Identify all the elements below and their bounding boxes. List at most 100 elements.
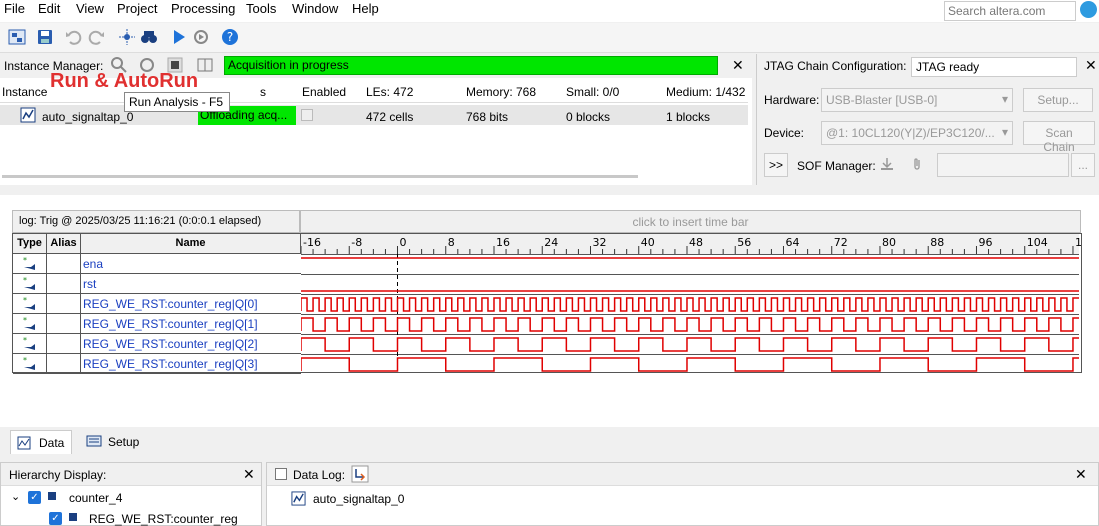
menu-project[interactable]: Project bbox=[117, 1, 157, 16]
menu-help[interactable]: Help bbox=[352, 1, 379, 16]
signal-row[interactable]: * REG_WE_RST:counter_reg|Q[2] bbox=[13, 334, 301, 354]
signal-name: REG_WE_RST:counter_reg|Q[3] bbox=[83, 357, 258, 371]
undo-icon[interactable] bbox=[64, 28, 82, 46]
ruler-label: 8 bbox=[448, 236, 455, 249]
jtag-close-icon[interactable]: ✕ bbox=[1085, 57, 1097, 74]
sof-file-input[interactable] bbox=[937, 153, 1069, 177]
signal-waveform bbox=[301, 317, 1079, 332]
input-pin-icon: * bbox=[23, 296, 35, 310]
hardware-select[interactable]: USB-Blaster [USB-0] ▾ bbox=[821, 88, 1013, 112]
signal-alias-cell bbox=[47, 354, 81, 374]
col-status[interactable]: s bbox=[260, 85, 266, 99]
menu-bar: File Edit View Project Processing Tools … bbox=[0, 0, 1099, 22]
redo-icon[interactable] bbox=[88, 28, 106, 46]
hierarchy-panel: Hierarchy Display: ✕ ⌄ ✓ counter_4 ✓ REG… bbox=[0, 462, 262, 526]
chevron-down-icon[interactable]: ⌄ bbox=[11, 490, 20, 503]
jtag-title: JTAG Chain Configuration: bbox=[764, 59, 907, 73]
hierarchy-checkbox[interactable]: ✓ bbox=[28, 491, 41, 504]
read-data-icon[interactable] bbox=[196, 56, 214, 74]
col-medium[interactable]: Medium: 1/432 bbox=[666, 85, 745, 99]
data-log-checkbox[interactable] bbox=[275, 468, 287, 480]
menu-processing[interactable]: Processing bbox=[171, 1, 235, 16]
binoculars-icon[interactable] bbox=[140, 28, 158, 46]
ruler-label: 72 bbox=[834, 236, 848, 249]
svg-text:*: * bbox=[23, 356, 27, 365]
hierarchy-title-text: Hierarchy Display: bbox=[9, 468, 107, 482]
instance-medium: 1 blocks bbox=[666, 110, 711, 124]
jtag-status: JTAG ready bbox=[911, 57, 1077, 77]
data-log-item[interactable]: auto_signaltap_0 bbox=[313, 492, 404, 506]
signal-name: rst bbox=[83, 277, 97, 291]
expand-button[interactable]: >> bbox=[764, 153, 788, 177]
signal-row[interactable]: * ena bbox=[13, 254, 301, 274]
data-log-close-icon[interactable]: ✕ bbox=[1075, 466, 1087, 483]
node-finder-icon[interactable] bbox=[118, 28, 136, 46]
menu-edit[interactable]: Edit bbox=[38, 1, 60, 16]
program-device-icon[interactable] bbox=[879, 156, 895, 172]
jtag-panel: JTAG Chain Configuration: JTAG ready ✕ H… bbox=[756, 54, 1099, 185]
enabled-checkbox[interactable] bbox=[301, 109, 313, 121]
ruler-label: 32 bbox=[592, 236, 606, 249]
col-small[interactable]: Small: 0/0 bbox=[566, 85, 619, 99]
ruler-label: 16 bbox=[496, 236, 510, 249]
col-memory[interactable]: Memory: 768 bbox=[466, 85, 536, 99]
data-log-header: Data Log: bbox=[267, 463, 1098, 486]
col-alias: Alias bbox=[47, 234, 81, 254]
col-les[interactable]: LEs: 472 bbox=[366, 85, 413, 99]
setup-button[interactable]: Setup... bbox=[1023, 88, 1093, 112]
menu-file[interactable]: File bbox=[4, 1, 25, 16]
hardware-value: USB-Blaster [USB-0] bbox=[826, 93, 938, 107]
scan-chain-button[interactable]: Scan Chain bbox=[1023, 121, 1095, 154]
signaltap-instance-icon bbox=[291, 491, 306, 506]
ruler-label: 40 bbox=[641, 236, 655, 249]
menu-tools[interactable]: Tools bbox=[246, 1, 276, 16]
time-bar-insert[interactable]: click to insert time bar bbox=[300, 210, 1081, 233]
hierarchy-item[interactable]: REG_WE_RST:counter_reg bbox=[89, 512, 238, 526]
signal-row[interactable]: * REG_WE_RST:counter_reg|Q[3] bbox=[13, 354, 301, 374]
menu-view[interactable]: View bbox=[76, 1, 104, 16]
chevron-down-icon: ▾ bbox=[1001, 125, 1008, 139]
hierarchy-icon[interactable] bbox=[8, 28, 26, 46]
browse-button[interactable]: ... bbox=[1071, 153, 1095, 177]
autorun-icon[interactable] bbox=[192, 28, 210, 46]
hierarchy-close-icon[interactable]: ✕ bbox=[243, 466, 255, 483]
horizontal-scrollbar[interactable] bbox=[2, 175, 638, 178]
signal-type-cell: * bbox=[13, 294, 47, 314]
signal-grid: Type Alias Name * ena * rst * REG_WE_RST:coun… bbox=[12, 233, 1082, 374]
run-icon[interactable] bbox=[170, 28, 188, 46]
signal-type-cell: * bbox=[13, 354, 47, 374]
col-instance[interactable]: Instance bbox=[2, 85, 47, 99]
tab-data[interactable]: Data bbox=[10, 430, 72, 454]
data-log-toggle-icon[interactable] bbox=[351, 465, 369, 483]
hierarchy-checkbox[interactable]: ✓ bbox=[49, 512, 62, 525]
instance-memory: 768 bits bbox=[466, 110, 509, 124]
svg-text:*: * bbox=[23, 276, 27, 285]
signal-type-cell: * bbox=[13, 314, 47, 334]
ruler-label: -8 bbox=[351, 236, 362, 249]
signal-row[interactable]: * REG_WE_RST:counter_reg|Q[0] bbox=[13, 294, 301, 314]
module-icon bbox=[69, 513, 77, 521]
col-enabled[interactable]: Enabled bbox=[302, 85, 346, 99]
help-icon[interactable]: ? bbox=[221, 28, 239, 46]
svg-text:?: ? bbox=[227, 30, 233, 44]
tab-setup[interactable]: Setup bbox=[80, 430, 146, 454]
signal-row[interactable]: * rst bbox=[13, 274, 301, 294]
hardware-label: Hardware: bbox=[764, 93, 820, 107]
signal-row[interactable]: * REG_WE_RST:counter_reg|Q[1] bbox=[13, 314, 301, 334]
signal-alias-cell bbox=[47, 314, 81, 334]
device-select[interactable]: @1: 10CL120(Y|Z)/EP3C120/... ▾ bbox=[821, 121, 1013, 145]
globe-icon[interactable] bbox=[1080, 1, 1097, 18]
hierarchy-item[interactable]: counter_4 bbox=[69, 491, 122, 505]
device-label: Device: bbox=[764, 126, 805, 140]
attach-icon[interactable] bbox=[909, 156, 925, 172]
svg-text:*: * bbox=[23, 336, 27, 345]
save-icon[interactable] bbox=[36, 28, 54, 46]
close-icon[interactable]: ✕ bbox=[732, 57, 744, 74]
signal-waveform bbox=[301, 357, 1079, 372]
search-input[interactable]: Search altera.com bbox=[944, 1, 1076, 21]
hierarchy-title: Hierarchy Display: bbox=[1, 463, 261, 486]
menu-window[interactable]: Window bbox=[292, 1, 338, 16]
waveform-display[interactable]: -16 -8 0 8 16 24 32 40 48 56 64 72 80 88 96 104 112 bbox=[301, 234, 1081, 372]
tab-data-label: Data bbox=[39, 436, 65, 450]
ruler-label: 104 bbox=[1027, 236, 1048, 249]
